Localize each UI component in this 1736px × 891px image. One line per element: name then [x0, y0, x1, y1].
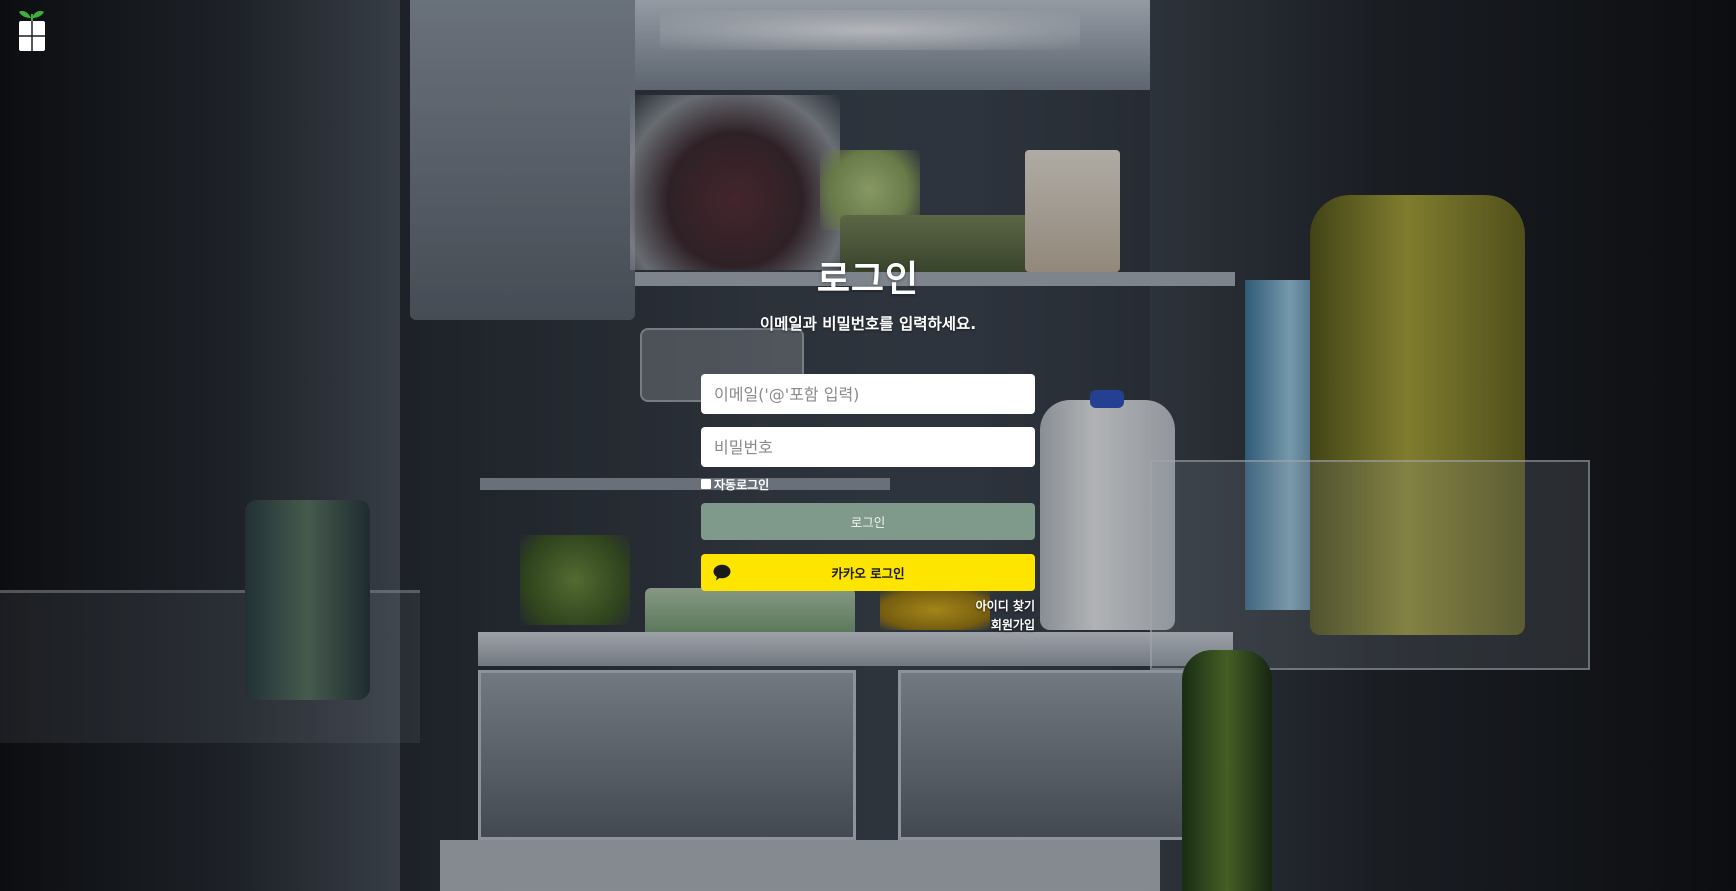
fridge-sprout-icon[interactable]	[17, 6, 47, 56]
checkbox-box[interactable]	[701, 479, 711, 489]
kakao-login-button[interactable]: 카카오 로그인	[701, 554, 1035, 591]
page-subtitle: 이메일과 비밀번호를 입력하세요.	[759, 315, 977, 333]
signup-link[interactable]: 회원가입	[991, 616, 1035, 633]
auto-login-label: 자동로그인	[714, 477, 770, 492]
auto-login-checkbox[interactable]: 자동로그인	[701, 476, 769, 492]
page-title: 로그인	[816, 259, 920, 300]
password-field[interactable]	[701, 427, 1035, 467]
login-button[interactable]: 로그인	[701, 503, 1035, 540]
kakao-login-label: 카카오 로그인	[831, 566, 905, 581]
email-field[interactable]	[701, 374, 1035, 414]
find-id-link[interactable]: 아이디 찾기	[976, 597, 1035, 614]
speech-bubble-icon	[713, 564, 731, 581]
login-page: 로그인 이메일과 비밀번호를 입력하세요. 자동로그인 로그인 카카오 로그인 …	[0, 0, 1736, 891]
